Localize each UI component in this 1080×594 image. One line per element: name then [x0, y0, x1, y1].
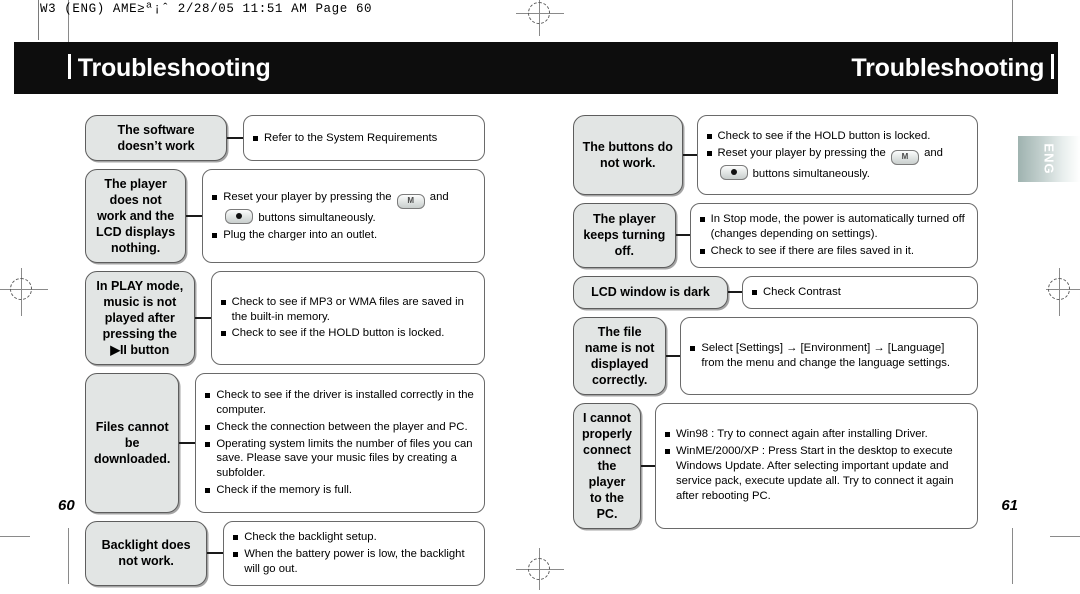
film-header-text: W3 (ENG) AME≥ª¡ˆ 2/28/05 11:51 AM Page 6…: [40, 2, 373, 16]
record-key-icon: [225, 208, 254, 224]
solution-box: Reset your player by pressing the M and …: [202, 169, 485, 263]
symptom-box: The buttons do not work.: [573, 115, 683, 195]
solution-bullet: Check the connection between the player …: [204, 420, 475, 435]
page-number-right: 61: [1001, 497, 1018, 514]
title-rule-left: [68, 54, 71, 79]
troubleshooting-row: In PLAY mode, music is not played after …: [85, 271, 485, 365]
troubleshooting-row: Backlight does not work. Check the backli…: [85, 521, 485, 586]
connector-line: [186, 215, 203, 217]
symptom-label: The software doesn’t work: [117, 123, 195, 153]
solution-bullet: In Stop mode, the power is automatically…: [699, 212, 968, 242]
solution-bullet: When the battery power is low, the backl…: [232, 547, 475, 577]
solution-box: Check the backlight setup. When the batte…: [223, 521, 485, 586]
symptom-label: I cannot properly connect the player to …: [582, 410, 633, 521]
troubleshooting-column-left: The software doesn’t work Refer to the Sy…: [85, 115, 485, 594]
film-edge-rule: [38, 0, 39, 40]
troubleshooting-row: The player does not work and the LCD dis…: [85, 169, 485, 263]
menu-key-icon: M: [890, 149, 919, 165]
menu-key-icon: M: [396, 193, 425, 209]
solution-box: Check Contrast: [742, 275, 978, 309]
solution-bullet: Refer to the System Requirements: [252, 131, 475, 146]
symptom-label: The buttons do not work.: [582, 140, 673, 170]
symptom-box: The software doesn’t work: [85, 115, 227, 161]
symptom-box: Backlight does not work.: [85, 521, 208, 586]
solution-box: Check to see if MP3 or WMA files are sav…: [210, 271, 485, 365]
troubleshooting-row: Files cannot be downloaded. Check to see …: [85, 373, 485, 513]
symptom-box: Files cannot be downloaded.: [85, 373, 180, 513]
connector-line: [728, 291, 742, 294]
connector-line: [207, 552, 224, 555]
troubleshooting-row: I cannot properly connect the player to …: [573, 402, 978, 529]
solution-box: Select [Settings] → [Environment] → [Lan…: [680, 316, 978, 395]
solution-bullet: Reset your player by pressing the M and …: [211, 190, 475, 226]
solution-bullet: Check Contrast: [751, 285, 968, 300]
solution-box: Check to see if the driver is installed …: [195, 373, 485, 513]
connector-line: [179, 442, 196, 444]
symptom-label: In PLAY mode, music is not played after …: [96, 279, 184, 357]
connector-line: [682, 154, 697, 156]
symptom-label: The player keeps turning off.: [583, 212, 666, 259]
solution-bullet: Select [Settings] → [Environment] → [Lan…: [689, 341, 968, 371]
connector-line: [675, 234, 690, 237]
solution-bullet: Check to see if there are files saved in…: [699, 244, 968, 259]
symptom-box: I cannot properly connect the player to …: [573, 402, 641, 529]
solution-box: In Stop mode, the power is automatically…: [689, 203, 978, 268]
symptom-box: The file name is not displayed correctly…: [573, 316, 667, 395]
symptom-box: The player does not work and the LCD dis…: [85, 169, 187, 263]
solution-bullet: Check if the memory is full.: [204, 483, 475, 498]
solution-bullet: Operating system limits the number of fi…: [204, 437, 475, 482]
solution-bullet: Check to see if the HOLD button is locke…: [706, 129, 968, 144]
symptom-box: The player keeps turning off.: [573, 203, 676, 268]
solution-bullet: WinME/2000/XP : Press Start in the deskt…: [664, 444, 968, 504]
symptom-label: Files cannot be downloaded.: [94, 420, 171, 466]
page-title-right: Troubleshooting: [851, 54, 1054, 83]
symptom-box: In PLAY mode, music is not played after …: [85, 271, 195, 365]
troubleshooting-row: LCD window is dark Check Contrast: [573, 275, 978, 309]
language-thumb-tab: ENG: [1018, 136, 1080, 182]
troubleshooting-row: The buttons do not work. Check to see if …: [573, 115, 978, 195]
solution-bullet: Check to see if MP3 or WMA files are sav…: [220, 295, 475, 325]
symptom-label: LCD window is dark: [591, 285, 710, 300]
solution-bullet: Check to see if the HOLD button is locke…: [220, 326, 475, 341]
page-title-left: Troubleshooting: [68, 54, 271, 83]
title-rule-right: [1051, 54, 1054, 79]
connector-line: [227, 137, 243, 139]
troubleshooting-column-right: The buttons do not work. Check to see if …: [573, 115, 978, 537]
symptom-label: The file name is not displayed correctly…: [584, 324, 655, 387]
page-title-right-text: Troubleshooting: [851, 54, 1045, 82]
solution-bullet: Win98 : Try to connect again after insta…: [664, 427, 968, 442]
solution-bullet: Check to see if the driver is installed …: [204, 388, 475, 418]
troubleshooting-row: The file name is not displayed correctly…: [573, 316, 978, 395]
solution-box: Refer to the System Requirements: [243, 115, 485, 161]
solution-box: Win98 : Try to connect again after insta…: [655, 402, 978, 529]
connector-line: [194, 317, 211, 319]
solution-bullet: Check the backlight setup.: [232, 530, 475, 545]
troubleshooting-row: The player keeps turning off. In Stop mod…: [573, 203, 978, 268]
symptom-box: LCD window is dark: [573, 275, 728, 309]
page-title-left-text: Troubleshooting: [77, 54, 271, 82]
solution-bullet: Reset your player by pressing the M and …: [706, 146, 968, 182]
record-key-icon: [719, 164, 748, 180]
troubleshooting-row: The software doesn’t work Refer to the Sy…: [85, 115, 485, 161]
solution-bullet: Plug the charger into an outlet.: [211, 228, 475, 243]
symptom-label: The player does not work and the LCD dis…: [96, 177, 176, 255]
solution-box: Check to see if the HOLD button is locke…: [696, 115, 978, 195]
connector-line: [666, 354, 681, 357]
page-number-left: 60: [58, 497, 75, 514]
symptom-label: Backlight does not work.: [101, 538, 191, 569]
language-thumb-tab-label: ENG: [1041, 143, 1057, 175]
connector-line: [641, 464, 655, 467]
